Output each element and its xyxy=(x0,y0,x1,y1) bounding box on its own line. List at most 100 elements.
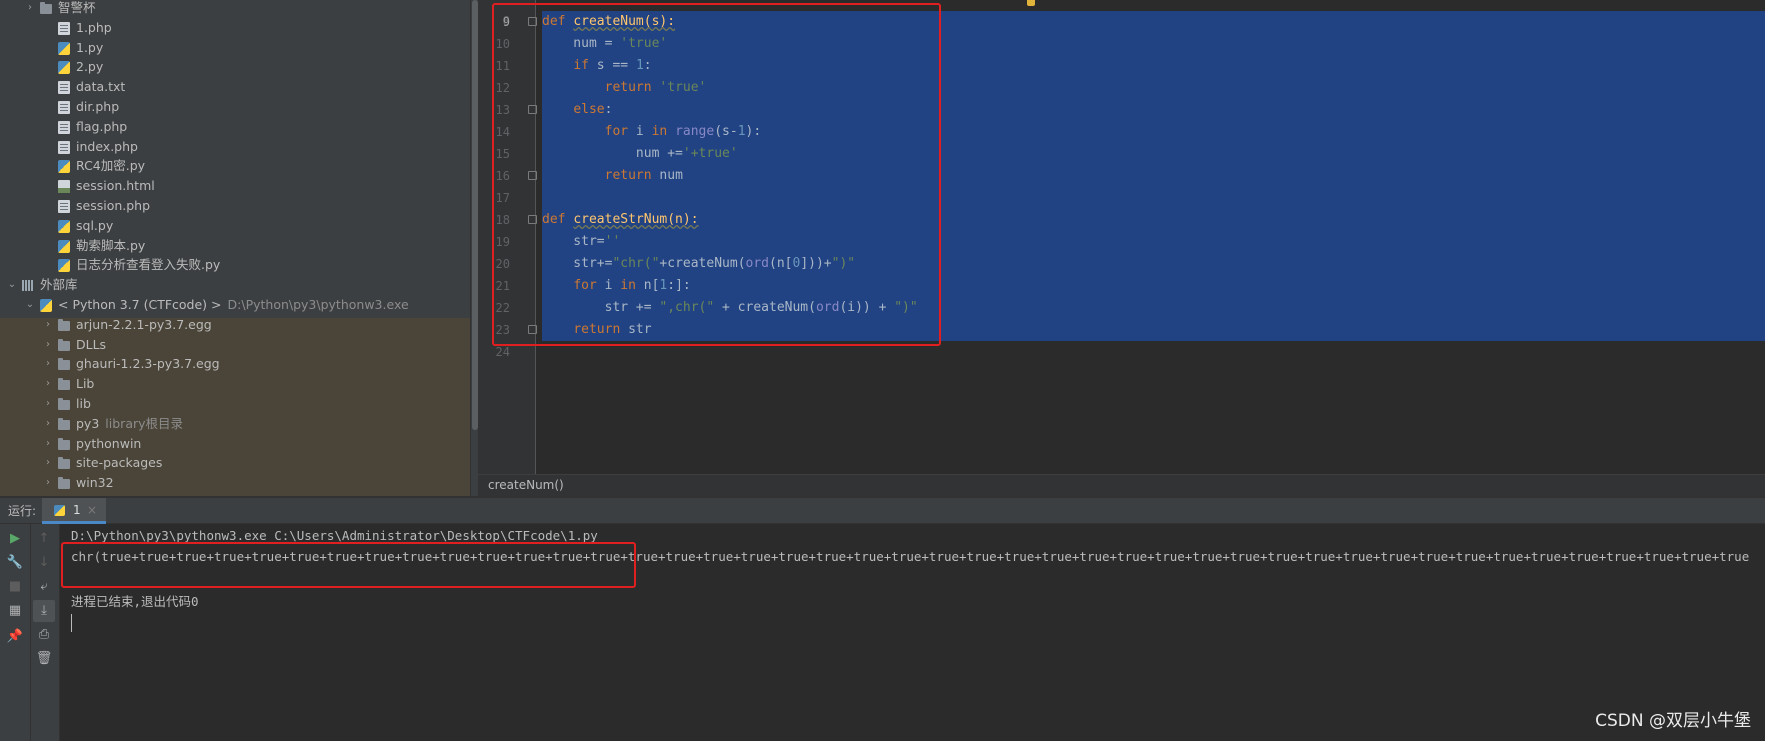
chevron-right-icon[interactable]: › xyxy=(42,414,54,434)
tree-item[interactable]: session.php xyxy=(0,196,470,216)
tree-item[interactable]: ⌄ 外部库 xyxy=(0,275,470,295)
code-line[interactable]: 24 xyxy=(478,341,1765,363)
py-icon xyxy=(58,160,70,174)
tree-item[interactable]: › Lib xyxy=(0,374,470,394)
stop-icon[interactable]: ■ xyxy=(4,576,26,598)
tree-item-text: sql.py xyxy=(76,217,114,233)
tree-item[interactable]: 日志分析查看登入失败.py xyxy=(0,255,470,275)
tree-item[interactable]: 2.py xyxy=(0,57,470,77)
trash-icon[interactable]: 🗑 xyxy=(33,648,55,670)
code-text: else: xyxy=(542,99,1765,121)
play-icon[interactable]: ▶ xyxy=(4,528,26,550)
tree-item[interactable]: › arjun-2.2.1-py3.7.egg xyxy=(0,315,470,335)
wrench-icon[interactable]: 🔧 xyxy=(4,552,26,574)
py-icon xyxy=(40,299,52,312)
line-number: 19 xyxy=(495,235,510,249)
tree-item-text: < Python 3.7 (CTFcode) > xyxy=(58,297,222,312)
code-editor[interactable]: 8 9 def createNum(s): 10 num = 'true' 11 if… xyxy=(478,0,1765,474)
code-text: str='' xyxy=(542,231,1765,253)
code-text: def createNum(s): xyxy=(542,11,1765,33)
tree-item[interactable]: data.txt xyxy=(0,77,470,97)
code-line[interactable]: 16 return num xyxy=(478,165,1765,187)
chevron-right-icon[interactable]: › xyxy=(42,453,54,473)
fold-marker-icon[interactable] xyxy=(528,215,537,224)
chevron-down-icon[interactable]: ⌄ xyxy=(6,275,18,295)
code-line[interactable]: 21 for i in n[1:]: xyxy=(478,275,1765,297)
tree-item[interactable]: 勒索脚本.py xyxy=(0,236,470,256)
tree-item-text: pythonwin xyxy=(76,435,142,451)
code-text: return str xyxy=(542,319,1765,341)
tree-item-hint: D:\Python\py3\pythonw3.exe xyxy=(227,297,409,312)
tree-item[interactable]: › lib xyxy=(0,394,470,414)
fold-marker-icon[interactable] xyxy=(528,105,537,114)
tree-item-text: index.php xyxy=(76,138,138,154)
tree-item-text: RC4加密.py xyxy=(76,158,146,174)
run-tool-window-header: 运行: 1 × xyxy=(0,498,1765,524)
tree-item[interactable]: › pythonwin xyxy=(0,434,470,454)
print-icon[interactable]: ⎙ xyxy=(33,624,55,646)
tree-item[interactable]: › win32 xyxy=(0,473,470,493)
tree-item[interactable]: › ghauri-1.2.3-py3.7.egg xyxy=(0,354,470,374)
code-line[interactable]: 11 if s == 1: xyxy=(478,55,1765,77)
up-arrow-icon[interactable]: ↑ xyxy=(33,528,55,550)
run-tab[interactable]: 1 × xyxy=(42,498,106,524)
layout-icon[interactable]: ▦ xyxy=(4,600,26,622)
code-line[interactable]: 23 return str xyxy=(478,319,1765,341)
tree-item[interactable]: ⌄ < Python 3.7 (CTFcode) > D:\Python\py3\p… xyxy=(0,295,470,315)
breadcrumb[interactable]: createNum() xyxy=(478,474,1765,496)
tree-item[interactable]: › DLLs xyxy=(0,335,470,355)
tree-item[interactable]: sql.py xyxy=(0,216,470,236)
code-line[interactable]: 15 num +='+true' xyxy=(478,143,1765,165)
project-scrollbar[interactable] xyxy=(470,0,478,496)
chevron-down-icon[interactable]: ⌄ xyxy=(24,295,36,315)
soft-wrap-icon[interactable]: ⤶ xyxy=(33,576,55,598)
chevron-right-icon[interactable]: › xyxy=(42,374,54,394)
pin-icon[interactable]: 📌 xyxy=(4,626,26,648)
code-line[interactable]: 14 for i in range(s-1): xyxy=(478,121,1765,143)
fold-marker-icon[interactable] xyxy=(528,325,537,334)
code-line[interactable]: 19 str='' xyxy=(478,231,1765,253)
tree-item-label: ghauri-1.2.3-py3.7.egg xyxy=(76,354,220,374)
code-text: def createStrNum(n): xyxy=(542,209,1765,231)
chevron-right-icon[interactable]: › xyxy=(24,0,36,18)
tree-item[interactable]: › py3 library根目录 xyxy=(0,414,470,434)
code-line[interactable]: 22 str += ",chr(" + createNum(ord(i)) + … xyxy=(478,297,1765,319)
code-line[interactable]: 18 def createStrNum(n): xyxy=(478,209,1765,231)
tree-item[interactable]: 1.py xyxy=(0,38,470,58)
scroll-to-end-icon[interactable]: ⤓ xyxy=(33,600,55,622)
chevron-right-icon[interactable]: › xyxy=(42,394,54,414)
tree-item-label: 外部库 xyxy=(40,275,78,295)
tree-item[interactable]: › 智警杯 xyxy=(0,0,470,18)
code-line[interactable]: 12 return 'true' xyxy=(478,77,1765,99)
tree-item[interactable]: index.php xyxy=(0,137,470,157)
code-line[interactable]: 20 str+="chr("+createNum(ord(n[0]))+")" xyxy=(478,253,1765,275)
tree-item[interactable]: session.html xyxy=(0,176,470,196)
close-icon[interactable]: × xyxy=(87,498,97,522)
tree-item[interactable]: dir.php xyxy=(0,97,470,117)
file-icon xyxy=(58,200,70,213)
code-line[interactable]: 10 num = 'true' xyxy=(478,33,1765,55)
fold-marker-icon[interactable] xyxy=(528,17,537,26)
file-icon xyxy=(58,120,70,134)
tree-item-label: 1.php xyxy=(76,18,112,38)
chevron-right-icon[interactable]: › xyxy=(42,434,54,454)
tree-item[interactable]: RC4加密.py xyxy=(0,156,470,176)
chevron-right-icon[interactable]: › xyxy=(42,335,54,355)
tree-item[interactable]: flag.php xyxy=(0,117,470,137)
folder-icon xyxy=(58,318,70,331)
fold-marker-icon[interactable] xyxy=(528,171,537,180)
tree-item-label: py3 library根目录 xyxy=(76,414,183,434)
tree-item-text: site-packages xyxy=(76,455,163,471)
code-line[interactable]: 9 def createNum(s): xyxy=(478,11,1765,33)
tree-item[interactable]: 1.php xyxy=(0,18,470,38)
chevron-right-icon[interactable]: › xyxy=(42,315,54,335)
tree-item-label: data.txt xyxy=(76,77,125,97)
code-line[interactable]: 17 xyxy=(478,187,1765,209)
tree-item-text: 智警杯 xyxy=(58,0,96,15)
chevron-right-icon[interactable]: › xyxy=(42,473,54,493)
down-arrow-icon[interactable]: ↓ xyxy=(33,552,55,574)
chevron-right-icon[interactable]: › xyxy=(42,354,54,374)
code-line[interactable]: 13 else: xyxy=(478,99,1765,121)
tree-item-text: ghauri-1.2.3-py3.7.egg xyxy=(76,356,220,372)
tree-item[interactable]: › site-packages xyxy=(0,453,470,473)
